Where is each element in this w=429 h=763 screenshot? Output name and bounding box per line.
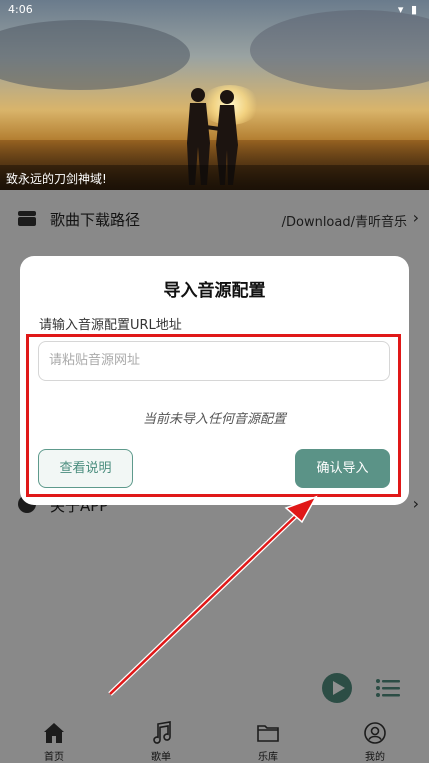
annotation-arrow xyxy=(108,495,318,696)
